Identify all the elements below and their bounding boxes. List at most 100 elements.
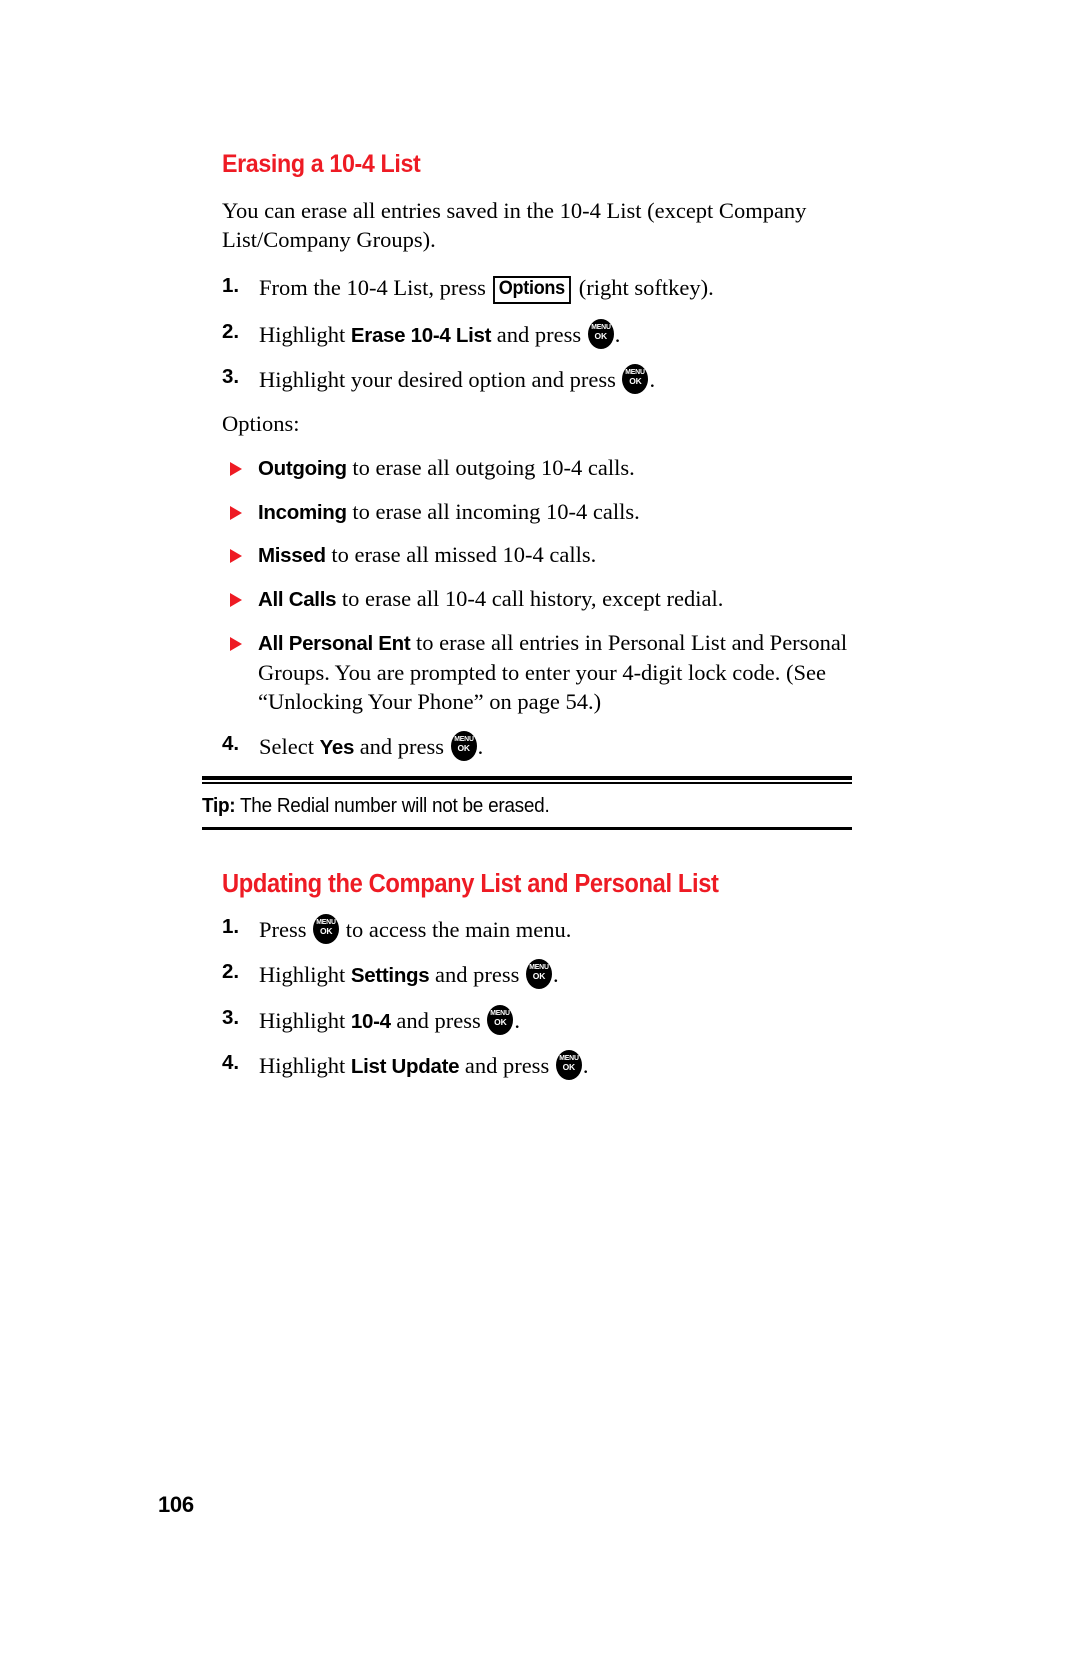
tip-text: Tip: The Redial number will not be erase… (202, 784, 820, 827)
step-text-pre: From the 10-4 List, press (259, 275, 492, 301)
triangle-right-icon (230, 461, 242, 476)
menu-item-erase-10-4-list: Erase 10-4 List (350, 323, 492, 347)
list-item: All Calls to erase all 10-4 call history… (222, 584, 862, 614)
menu-ok-key-top-label: MENU (316, 916, 336, 926)
step-item-1: 1. From the 10-4 List, press Options (rig… (222, 273, 862, 304)
option-description: to erase all 10-4 call history, except r… (336, 586, 724, 612)
menu-ok-key-icon[interactable]: MENU OK (313, 913, 340, 944)
triangle-right-icon (230, 593, 242, 608)
step-text-post: . (614, 321, 621, 347)
step-number: 4. (222, 1051, 240, 1075)
option-name-missed: Missed (258, 544, 326, 568)
step-number: 1. (222, 274, 240, 298)
step-number: 3. (222, 365, 240, 389)
step-item-4: 4. Select Yes and press MENU OK. (222, 730, 862, 762)
menu-ok-key-bottom-label: OK (594, 330, 608, 341)
menu-item-settings: Settings (350, 964, 430, 988)
step-text-mid: and press (354, 733, 450, 759)
step-number: 2. (222, 960, 240, 984)
step-text-mid: and press (429, 962, 525, 988)
step-text-post: . (552, 962, 559, 988)
menu-ok-key-top-label: MENU (590, 321, 611, 331)
triangle-right-icon (230, 505, 242, 520)
tip-label: Tip: (202, 795, 236, 818)
menu-ok-key-top-label: MENU (490, 1007, 511, 1017)
option-description: to erase all incoming 10-4 calls. (346, 498, 640, 524)
menu-ok-key-icon[interactable]: MENU OK (487, 1004, 514, 1035)
menu-ok-key-bottom-label: OK (319, 925, 333, 936)
tip-rule-top (202, 776, 852, 785)
menu-ok-key-icon[interactable]: MENU OK (587, 318, 614, 349)
step-number: 2. (222, 319, 240, 343)
step-item-4: 4. Highlight List Update and press MENU OK… (222, 1050, 862, 1081)
menu-ok-key-top-label: MENU (625, 367, 646, 377)
step-text-mid: to access the main menu. (340, 916, 572, 942)
step-text-pre: Highlight (259, 321, 351, 347)
menu-ok-key-top-label: MENU (529, 962, 549, 972)
intro-paragraph: You can erase all entries saved in the 1… (222, 197, 807, 253)
menu-ok-key-bottom-label: OK (562, 1062, 576, 1073)
step-item-2: 2. Highlight Erase 10-4 List and press ME… (222, 318, 862, 350)
step-text-post: . (582, 1053, 589, 1079)
step-item-3: 3. Highlight 10-4 and press MENU OK. (222, 1004, 862, 1036)
step-text-pre: Highlight (259, 962, 351, 988)
step-number: 3. (222, 1005, 240, 1029)
step-text-post: . (514, 1007, 520, 1033)
triangle-right-icon (230, 637, 242, 652)
triangle-right-icon (230, 549, 242, 564)
step-item-3: 3. Highlight your desired option and pres… (222, 364, 862, 395)
step-text-post: . (649, 367, 656, 393)
steps-list-erasing-final: 4. Select Yes and press MENU OK. (222, 730, 862, 762)
option-name-incoming: Incoming (258, 500, 347, 524)
option-description: to erase all outgoing 10-4 calls. (346, 454, 635, 480)
list-item: Outgoing to erase all outgoing 10-4 call… (222, 453, 862, 483)
manual-page: Erasing a 10-4 List You can erase all en… (0, 0, 1080, 1669)
step-number: 1. (222, 914, 240, 938)
menu-item-list-update: List Update (350, 1055, 460, 1079)
step-text-post: . (477, 733, 484, 759)
tip-body: The Redial number will not be erased. (235, 795, 550, 818)
option-description: to erase all missed 10-4 calls. (325, 542, 597, 568)
menu-item-10-4: 10-4 (350, 1009, 391, 1033)
menu-ok-key-icon[interactable]: MENU OK (450, 730, 477, 761)
steps-list-erasing: 1. From the 10-4 List, press Options (rig… (222, 273, 862, 395)
page-title-updating-lists: Updating the Company List and Personal L… (222, 870, 719, 899)
step-text-pre: Highlight (259, 1053, 351, 1079)
menu-ok-key-icon[interactable]: MENU OK (622, 364, 649, 395)
page-title-erasing-10-4-list: Erasing a 10-4 List (222, 150, 421, 178)
list-item: All Personal Ent to erase all entries in… (222, 628, 862, 717)
menu-ok-key-icon[interactable]: MENU OK (525, 959, 552, 990)
step-text-pre: Highlight your desired option and press (259, 367, 622, 393)
steps-list-updating: 1. Press MENU OK to access the main menu. … (222, 913, 862, 1081)
menu-ok-key-icon[interactable]: MENU OK (555, 1050, 582, 1081)
step-text-mid: and press (390, 1007, 487, 1033)
options-label: Options: (222, 411, 300, 437)
option-name-all-calls: All Calls (258, 588, 337, 612)
option-name-outgoing: Outgoing (258, 456, 347, 480)
step-text-mid: and press (459, 1053, 555, 1079)
step-number: 4. (222, 731, 240, 755)
menu-ok-key-bottom-label: OK (494, 1016, 507, 1027)
menu-ok-key-bottom-label: OK (629, 376, 642, 387)
tip-box: Tip: The Redial number will not be erase… (202, 776, 852, 831)
menu-item-yes: Yes (319, 735, 355, 759)
step-text-pre: Press (259, 916, 313, 942)
options-bullet-list: Outgoing to erase all outgoing 10-4 call… (222, 453, 862, 717)
list-item: Missed to erase all missed 10-4 calls. (222, 540, 862, 570)
options-softkey-label[interactable]: Options (493, 276, 572, 304)
page-number: 106 (158, 1492, 194, 1517)
menu-ok-key-bottom-label: OK (532, 971, 546, 982)
menu-ok-key-top-label: MENU (453, 733, 474, 743)
step-text-pre: Highlight (259, 1007, 351, 1033)
menu-ok-key-top-label: MENU (559, 1053, 579, 1063)
step-item-2: 2. Highlight Settings and press MENU OK. (222, 959, 862, 990)
step-text-mid: and press (491, 321, 587, 347)
step-text-post: (right softkey). (573, 275, 714, 301)
page-content: Erasing a 10-4 List You can erase all en… (202, 150, 862, 1096)
step-item-1: 1. Press MENU OK to access the main menu. (222, 913, 862, 944)
list-item: Incoming to erase all incoming 10-4 call… (222, 497, 862, 527)
step-text-pre: Select (259, 733, 320, 759)
menu-ok-key-bottom-label: OK (457, 742, 470, 753)
option-name-all-personal-ent: All Personal Ent (258, 632, 411, 656)
